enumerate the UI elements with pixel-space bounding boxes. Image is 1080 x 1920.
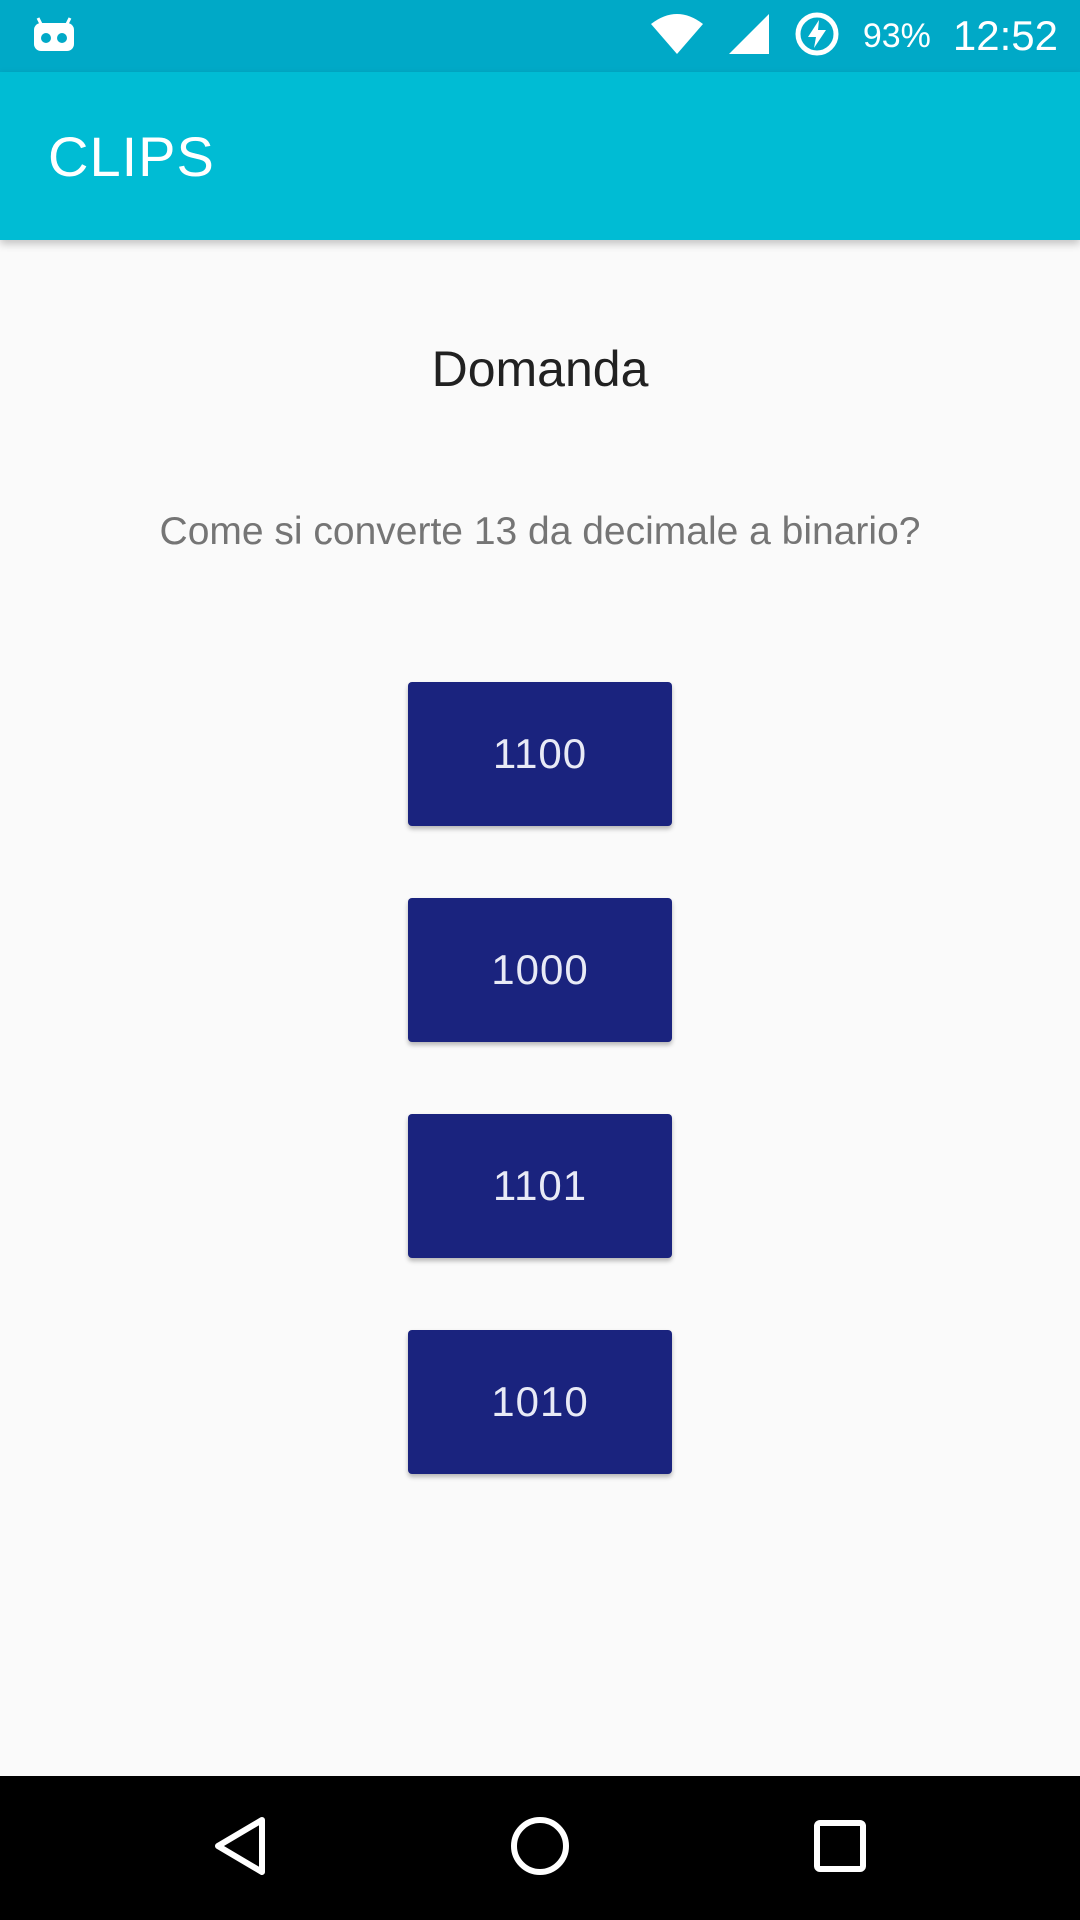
recents-button[interactable]: [780, 1788, 900, 1908]
answer-button-4[interactable]: 1010: [408, 1330, 672, 1474]
question-text: Come si converte 13 da decimale a binari…: [159, 510, 921, 553]
back-button[interactable]: [180, 1788, 300, 1908]
battery-charging-icon: [793, 10, 841, 63]
wifi-icon: [649, 12, 705, 61]
clock: 12:52: [952, 12, 1058, 59]
answer-button-3[interactable]: 1101: [408, 1114, 672, 1258]
navigation-bar: [0, 1776, 1080, 1920]
answer-button-1[interactable]: 1100: [408, 682, 672, 826]
answer-list: 1100 1000 1101 1010: [408, 682, 672, 1546]
app-title: CLIPS: [48, 124, 215, 188]
quiz-content: Domanda Come si converte 13 da decimale …: [0, 240, 1080, 1776]
recents-icon: [812, 1818, 868, 1879]
battery-percent: 93%: [862, 16, 931, 55]
signal-icon: [727, 12, 771, 61]
app-bar: CLIPS: [0, 72, 1080, 240]
home-button[interactable]: [480, 1788, 600, 1908]
back-icon: [210, 1814, 270, 1883]
home-icon: [508, 1814, 572, 1883]
answer-button-2[interactable]: 1000: [408, 898, 672, 1042]
cyanogen-bot-icon: [30, 14, 78, 59]
question-heading: Domanda: [431, 341, 649, 397]
status-bar: 93% 12:52: [0, 0, 1080, 72]
